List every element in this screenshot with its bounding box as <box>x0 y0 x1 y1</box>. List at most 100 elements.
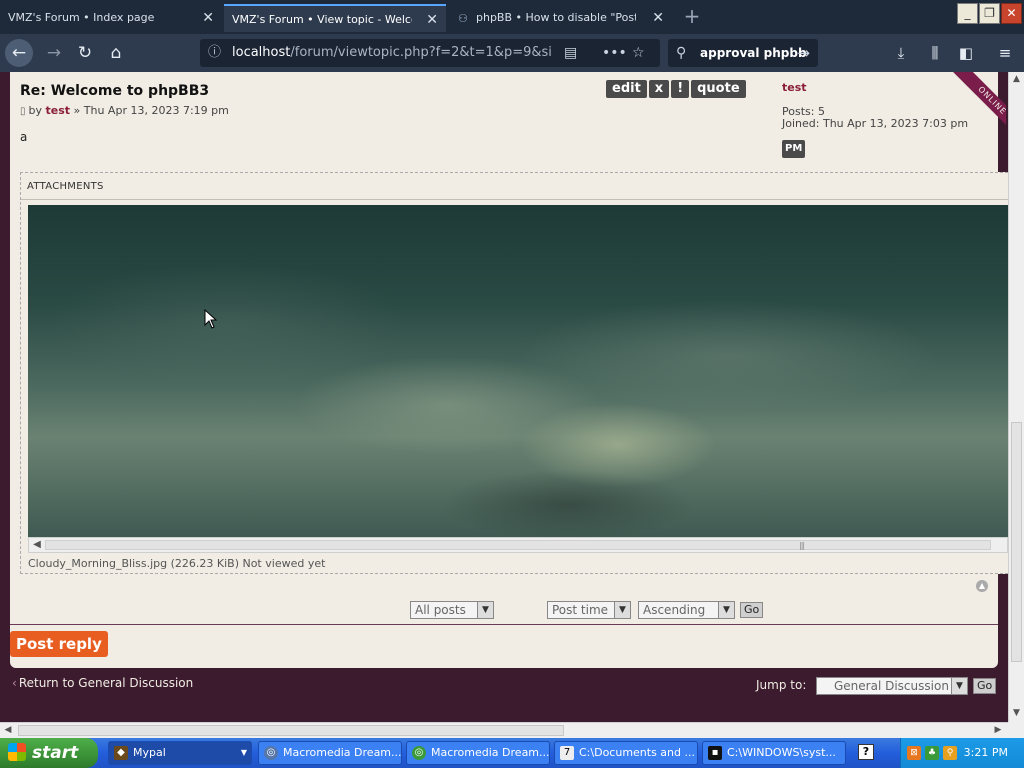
chevron-down-icon: ▼ <box>477 602 493 618</box>
restore-icon[interactable]: ❐ <box>979 3 1000 24</box>
sort-by-select[interactable]: Post time ▼ <box>547 601 631 619</box>
system-tray: ⊠ ♣ ⚲ 3:21 PM <box>900 738 1024 768</box>
search-bar[interactable]: ⚲ approval phpbb → <box>668 39 818 67</box>
taskbar-item-dreamweaver-1[interactable]: ◎ Macromedia Dream... <box>258 741 402 765</box>
reload-icon[interactable]: ↻ <box>71 39 99 67</box>
attachments-box: ATTACHMENTS ◀ ||| Cloudy_Morning_Bliss.j… <box>20 172 1008 574</box>
sidebar-icon[interactable]: ◧ <box>955 42 977 64</box>
info-icon[interactable]: ⓘ <box>208 39 221 67</box>
scroll-down-icon[interactable]: ▼ <box>1009 706 1024 721</box>
taskbar: start ◆ Mypal ▼ ◎ Macromedia Dream... ◎ … <box>0 738 1024 768</box>
scroll-left-icon[interactable]: ◀ <box>0 723 16 738</box>
tab-view-topic[interactable]: VMZ's Forum • View topic - Welcome to ✕ <box>224 4 446 32</box>
post-title[interactable]: Re: Welcome to phpBB3 <box>20 83 209 99</box>
delete-button[interactable]: x <box>648 80 670 98</box>
new-tab-icon[interactable]: + <box>680 4 704 28</box>
attachment-caption: Cloudy_Morning_Bliss.jpg (226.23 KiB) No… <box>28 557 326 570</box>
forward-arrow-icon[interactable]: → <box>40 39 68 67</box>
minimize-icon[interactable]: _ <box>957 3 978 24</box>
page-horizontal-scrollbar[interactable]: ◀ ▶ <box>0 722 1008 738</box>
jump-go-button[interactable]: Go <box>973 678 997 694</box>
taskbar-item-label: C:\Documents and ... <box>579 746 695 759</box>
tab-close-icon[interactable]: ✕ <box>652 4 664 32</box>
download-icon[interactable]: ⤓ <box>890 42 912 64</box>
page-actions-icon[interactable]: ••• <box>602 39 627 67</box>
joined-label: Joined: <box>782 117 820 130</box>
chevron-down-icon: ▼ <box>240 748 247 757</box>
reader-view-icon[interactable]: ▤ <box>564 39 577 67</box>
address-bar[interactable]: ⓘ localhost/forum/viewtopic.php?f=2&t=1&… <box>200 39 660 67</box>
command-prompt-icon: ▪ <box>708 746 722 760</box>
scroll-right-icon[interactable]: ▶ <box>990 723 1006 738</box>
scroll-left-icon[interactable]: ◀ <box>29 538 45 552</box>
url-text[interactable]: localhost/forum/viewtopic.php?f=2&t=1&p=… <box>232 39 552 67</box>
post-author-link[interactable]: test <box>46 104 71 117</box>
sort-bar: Display posts from previous: All posts ▼… <box>0 600 1008 622</box>
sort-by-value: Post time <box>552 603 609 617</box>
post-date: » Thu Apr 13, 2023 7:19 pm <box>73 104 229 117</box>
7zip-icon: 7 <box>560 746 574 760</box>
taskbar-item-label: C:\WINDOWS\syst... <box>727 746 836 759</box>
close-window-icon[interactable]: ✕ <box>1001 3 1022 24</box>
scroll-grip-icon: ||| <box>799 541 805 550</box>
return-link-label: Return to General Discussion <box>18 676 194 690</box>
attachments-divider <box>21 199 1008 200</box>
post-body: a <box>20 130 28 144</box>
tray-search-icon[interactable]: ⚲ <box>943 746 957 760</box>
taskbar-item-label: Macromedia Dream... <box>431 746 550 759</box>
search-go-icon[interactable]: → <box>797 39 810 67</box>
search-icon: ⚲ <box>676 45 687 61</box>
quote-button[interactable]: quote <box>691 80 746 98</box>
taskbar-item-documents[interactable]: 7 C:\Documents and ... <box>554 741 698 765</box>
tab-close-icon[interactable]: ✕ <box>202 4 214 32</box>
search-query: approval phpbb <box>700 46 807 60</box>
post-reply-button[interactable]: Post reply <box>10 631 108 657</box>
attachment-image[interactable] <box>28 205 1008 537</box>
tray-network-icon[interactable]: ♣ <box>925 746 939 760</box>
jump-to-select[interactable]: General Discussion ▼ <box>816 677 968 695</box>
tab-forum-index[interactable]: VMZ's Forum • Index page ✕ <box>0 4 222 32</box>
taskbar-item-mypal[interactable]: ◆ Mypal ▼ <box>108 741 252 765</box>
page-viewport: Re: Welcome to phpBB3 ▯ by test » Thu Apr… <box>0 72 1008 722</box>
tab-close-icon[interactable]: ✕ <box>426 6 438 32</box>
taskbar-item-label: Macromedia Dream... <box>283 746 402 759</box>
home-icon[interactable]: ⌂ <box>102 39 130 67</box>
dreamweaver-icon: ◎ <box>412 746 426 760</box>
chevron-down-icon: ▼ <box>614 602 630 618</box>
library-icon[interactable]: ⫼ <box>924 42 946 64</box>
taskbar-item-dreamweaver-2[interactable]: ◎ Macromedia Dream... <box>406 741 550 765</box>
display-posts-label: Display posts from previous: <box>241 603 413 617</box>
menu-icon[interactable]: ≡ <box>994 42 1016 64</box>
return-link[interactable]: ‹ Return to General Discussion <box>12 676 193 690</box>
tray-app-icon[interactable]: ⊠ <box>907 746 921 760</box>
post-icon[interactable]: ▯ <box>20 106 26 117</box>
bookmark-star-icon[interactable]: ☆ <box>632 39 645 67</box>
clock: 3:21 PM <box>963 746 1008 759</box>
attachment-scroll-thumb[interactable] <box>45 540 991 550</box>
mypal-icon: ◆ <box>114 746 128 760</box>
back-to-top-icon[interactable]: ▲ <box>976 580 988 592</box>
sort-go-button[interactable]: Go <box>740 602 764 618</box>
pagination-info: 4 posts • Page 1 of 1 <box>870 637 996 651</box>
pm-button[interactable]: PM <box>782 140 806 158</box>
page-vertical-scrollbar[interactable]: ▲ ▼ <box>1008 72 1024 722</box>
page-hscroll-thumb[interactable] <box>18 725 564 736</box>
sort-by-label: Sort by <box>501 603 545 617</box>
page-scroll-thumb[interactable] <box>1011 422 1022 662</box>
display-posts-select[interactable]: All posts ▼ <box>410 601 494 619</box>
attachment-scrollbar[interactable]: ◀ ||| <box>28 537 1008 553</box>
tab-title: VMZ's Forum • Index page <box>8 11 155 24</box>
report-button[interactable]: ! <box>671 80 690 98</box>
browser-tabstrip: VMZ's Forum • Index page ✕ VMZ's Forum •… <box>0 0 1024 34</box>
dreamweaver-icon: ◎ <box>264 746 278 760</box>
help-icon[interactable]: ? <box>858 744 874 760</box>
scroll-up-icon[interactable]: ▲ <box>1009 72 1024 87</box>
chevron-down-icon: ▼ <box>718 602 734 618</box>
sort-order-select[interactable]: Ascending ▼ <box>638 601 735 619</box>
tab-title: VMZ's Forum • View topic - Welcome to <box>232 13 412 26</box>
edit-button[interactable]: edit <box>606 80 647 98</box>
tab-phpbb-search[interactable]: ⚇ phpBB • How to disable "Post Ap ✕ <box>450 4 672 32</box>
taskbar-item-cmd[interactable]: ▪ C:\WINDOWS\syst... <box>702 741 846 765</box>
back-arrow-icon[interactable]: ← <box>5 39 33 67</box>
start-button[interactable]: start <box>0 738 98 768</box>
